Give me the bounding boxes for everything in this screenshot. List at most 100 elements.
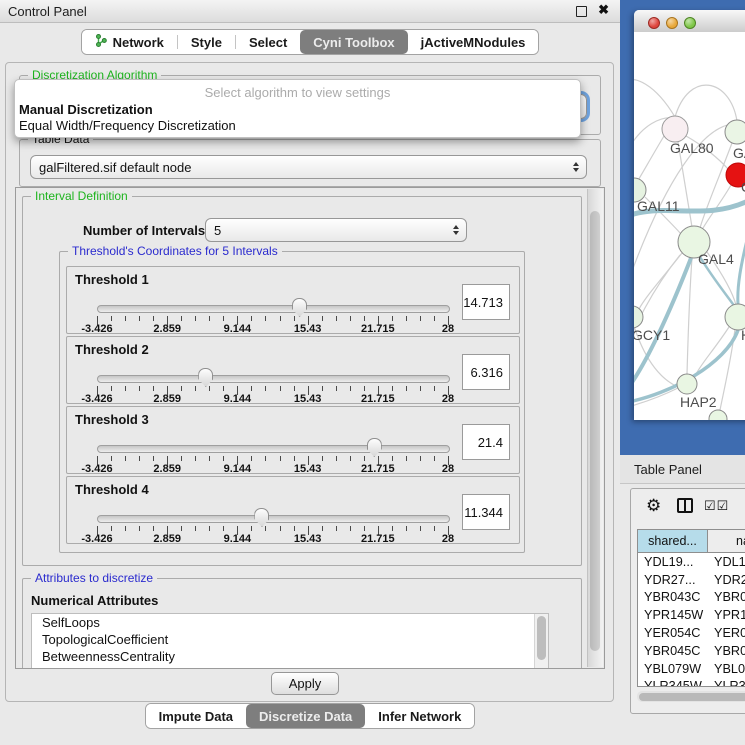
threshold-title: Threshold 3: [75, 412, 149, 427]
tab-cyni-toolbox[interactable]: Cyni Toolbox: [300, 30, 407, 54]
network-edge[interactable]: [687, 258, 692, 374]
slider-thumb[interactable]: [254, 508, 269, 527]
num-intervals-combo[interactable]: 5: [205, 218, 467, 242]
cell-shared-name[interactable]: YBL079W: [638, 662, 708, 676]
table-horizontal-scrollbar[interactable]: [637, 691, 745, 702]
cell-name[interactable]: YPR1: [708, 608, 745, 622]
num-intervals-value: 5: [214, 223, 221, 238]
column-header-name[interactable]: name: [708, 530, 745, 553]
mac-close-icon[interactable]: [648, 17, 660, 29]
slider-tick-label: 15.43: [294, 463, 322, 475]
tab-select[interactable]: Select: [236, 30, 300, 54]
table-data-combo[interactable]: galFiltered.sif default node: [30, 155, 587, 179]
cell-shared-name[interactable]: YDR27...: [638, 573, 708, 587]
network-node-label: GAL11: [637, 198, 680, 214]
cell-name[interactable]: YBR0: [708, 644, 745, 658]
tab-infer-network[interactable]: Infer Network: [365, 704, 474, 728]
threshold-value-field[interactable]: 21.4: [462, 424, 510, 460]
network-node[interactable]: [725, 120, 745, 144]
network-edge-highlighted[interactable]: [738, 228, 745, 304]
slider-thumb[interactable]: [198, 368, 213, 387]
table-row[interactable]: YBR045CYBR0: [638, 642, 745, 660]
threshold-panel: Threshold 4-3.4262.8599.14415.4321.71528…: [66, 476, 520, 544]
interval-definition-label: Interval Definition: [31, 189, 132, 203]
combo-stepper-icon: [573, 162, 579, 172]
cell-shared-name[interactable]: YBR045C: [638, 644, 708, 658]
slider-tick-label: 28: [442, 463, 454, 475]
slider-tick-label: 9.144: [224, 323, 252, 335]
cell-shared-name[interactable]: YPR145W: [638, 608, 708, 622]
network-node[interactable]: [634, 306, 643, 328]
split-columns-icon[interactable]: [677, 498, 693, 513]
settings-scroll-area: Interval Definition Number of Intervals …: [15, 187, 605, 669]
table-row[interactable]: YER054CYER0: [638, 624, 745, 642]
slider-tick-label: 15.43: [294, 533, 322, 545]
slider-thumb[interactable]: [292, 298, 307, 317]
tab-style[interactable]: Style: [178, 30, 235, 54]
popup-option[interactable]: Equal Width/Frequency Discretization: [19, 118, 236, 133]
tab-network[interactable]: Network: [82, 30, 177, 54]
checkbox-columns-icon[interactable]: ☑☑: [704, 498, 729, 514]
tab-impute-data[interactable]: Impute Data: [146, 704, 246, 728]
mac-minimize-icon[interactable]: [666, 17, 678, 29]
float-window-icon[interactable]: [576, 6, 587, 17]
network-edge[interactable]: [634, 79, 675, 117]
thresholds-groupbox: Threshold's Coordinates for 5 Intervals …: [59, 251, 525, 553]
network-node-label: GA: [733, 145, 745, 161]
cell-shared-name[interactable]: YER054C: [638, 626, 708, 640]
slider-track[interactable]: [97, 375, 450, 383]
tab-label: Impute Data: [159, 709, 233, 724]
tab-discretize-data[interactable]: Discretize Data: [246, 704, 365, 728]
threshold-value-field[interactable]: 14.713: [462, 284, 510, 320]
network-node[interactable]: [662, 116, 688, 142]
table-row[interactable]: YDL19...YDL1: [638, 553, 745, 571]
table-row[interactable]: YDR27...YDR2: [638, 571, 745, 589]
network-edge[interactable]: [675, 85, 737, 121]
mac-zoom-icon[interactable]: [684, 17, 696, 29]
column-header-shared-name[interactable]: shared...: [638, 530, 708, 553]
algorithm-dropdown-popup: Select algorithm to view settings Manual…: [14, 79, 581, 138]
attributes-groupbox: Attributes to discretize Numerical Attri…: [22, 578, 582, 669]
slider-thumb[interactable]: [367, 438, 382, 457]
attribute-list-item[interactable]: SelfLoops: [32, 614, 548, 631]
cell-shared-name[interactable]: YBR043C: [638, 590, 708, 604]
gear-icon[interactable]: ⚙: [646, 496, 661, 516]
slider-track[interactable]: [97, 445, 450, 453]
attribute-list-item[interactable]: BetweennessCentrality: [32, 648, 548, 665]
cell-name[interactable]: YDR2: [708, 573, 745, 587]
table-row[interactable]: YLR345WYLR3: [638, 678, 745, 687]
threshold-value-field[interactable]: 6.316: [462, 354, 510, 390]
slider-tick-label: 9.144: [224, 533, 252, 545]
top-tab-bar: NetworkStyleSelectCyni ToolboxjActiveMNo…: [0, 29, 620, 56]
network-node[interactable]: [709, 410, 727, 420]
cell-name[interactable]: YLR3: [708, 679, 745, 687]
table-row[interactable]: YPR145WYPR1: [638, 606, 745, 624]
slider-track[interactable]: [97, 515, 450, 523]
network-view-window: GAL80GACGAL11GAL4GCY1HHAP2: [634, 10, 745, 420]
cell-name[interactable]: YER0: [708, 626, 745, 640]
slider-ticks: [97, 526, 448, 536]
threshold-value-field[interactable]: 11.344: [462, 494, 510, 530]
slider-track[interactable]: [97, 305, 450, 313]
settings-scrollbar-thumb[interactable]: [590, 211, 600, 651]
popup-hint-text: Select algorithm to view settings: [15, 85, 580, 100]
close-icon[interactable]: ✖: [598, 2, 609, 18]
network-canvas[interactable]: GAL80GACGAL11GAL4GCY1HHAP2: [634, 32, 745, 420]
cell-shared-name[interactable]: YLR345W: [638, 679, 708, 687]
network-edge[interactable]: [637, 136, 664, 182]
network-icon: [95, 34, 107, 50]
cell-name[interactable]: YBR0: [708, 590, 745, 604]
network-node[interactable]: [677, 374, 697, 394]
cell-shared-name[interactable]: YDL19...: [638, 555, 708, 569]
tab-jactivemnodules[interactable]: jActiveMNodules: [408, 30, 539, 54]
settings-scrollbar[interactable]: [587, 189, 603, 667]
numerical-attributes-list[interactable]: SelfLoopsTopologicalCoefficientBetweenne…: [31, 613, 549, 669]
table-row[interactable]: YBR043CYBR0: [638, 589, 745, 607]
table-row[interactable]: YBL079WYBL0: [638, 660, 745, 678]
cell-name[interactable]: YBL0: [708, 662, 745, 676]
apply-button[interactable]: Apply: [271, 672, 339, 695]
cell-name[interactable]: YDL1: [708, 555, 745, 569]
list-scrollbar[interactable]: [534, 614, 548, 669]
popup-option[interactable]: Manual Discretization: [19, 102, 153, 117]
attribute-list-item[interactable]: TopologicalCoefficient: [32, 631, 548, 648]
